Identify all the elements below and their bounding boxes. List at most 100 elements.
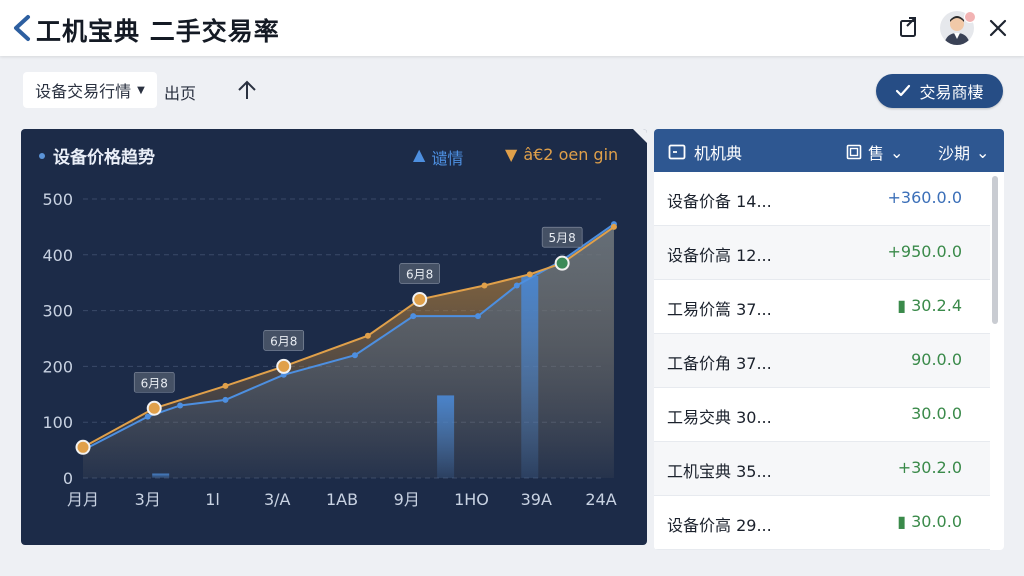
- list-item-name: 工易交典 30...: [667, 408, 772, 427]
- data-point: [610, 223, 617, 230]
- data-point: [513, 282, 520, 289]
- list-title-text: 机机典: [694, 144, 743, 163]
- x-tick-label: 1HO: [454, 490, 489, 509]
- chevron-down-icon: ⌄: [976, 142, 990, 162]
- list-item-name: 工备价角 37...: [667, 354, 772, 373]
- list-scrollbar-thumb[interactable]: [992, 176, 998, 324]
- list-item[interactable]: 工备价角 37... 90.0.0: [654, 334, 990, 388]
- list-filter-period[interactable]: 沙期 ⌄: [938, 140, 989, 164]
- x-tick-label: 3/A: [264, 490, 291, 509]
- y-tick-label: 0: [63, 469, 73, 488]
- y-tick-label: 400: [42, 246, 73, 265]
- close-icon[interactable]: [986, 16, 1010, 40]
- y-tick-label: 200: [42, 357, 73, 376]
- list-filter-sale-label: 售: [868, 144, 885, 163]
- data-point: [481, 282, 488, 289]
- list-item-name: 工机宝典 35...: [667, 462, 772, 481]
- price-trend-chart-panel: 0 100 200 300 400 500 月月 3月 1l 3/A 1AB 9月 1HO 39A 24A 6…: [21, 129, 647, 545]
- equipment-list-panel: 机机典 售 ⌄ 沙期 ⌄ 设备价备 14... +360.0.0 设备价高 12..…: [654, 129, 1004, 550]
- list-item[interactable]: 工机宝典 35... +30.2.0: [654, 442, 990, 496]
- bullet-dot-icon: [39, 152, 45, 159]
- triangle-down-icon: ▼: [505, 145, 518, 164]
- annotation-label: 6月8: [141, 376, 168, 390]
- caret-down-icon: ▼: [137, 84, 145, 96]
- bar: [521, 276, 539, 478]
- list-item-name: 设备价备 14...: [667, 192, 772, 211]
- legend-label-orange: â€2 oen gin: [523, 145, 619, 164]
- list-item-change: 30.0.0: [911, 404, 962, 423]
- list-title: 机机典: [668, 140, 742, 164]
- data-point: [364, 332, 371, 339]
- notification-badge: [964, 11, 976, 23]
- x-tick-label: 1AB: [326, 490, 358, 509]
- legend-label-blue: 谴情: [431, 149, 464, 168]
- list-item-change: ▮ 30.2.4: [897, 296, 962, 315]
- y-tick-label: 300: [42, 302, 73, 321]
- list-item[interactable]: 设备价高 12... +950.0.0: [654, 226, 990, 280]
- list-item-change: +360.0.0: [887, 188, 962, 207]
- data-point: [526, 271, 533, 278]
- x-tick-label: 24A: [585, 490, 616, 509]
- list-item[interactable]: 设备价备 14... +360.0.0: [654, 172, 990, 226]
- highlight-point: [146, 400, 162, 416]
- y-tick-label: 500: [42, 190, 73, 209]
- annotation-label: 6月8: [270, 334, 297, 348]
- data-point: [144, 413, 151, 420]
- home-link[interactable]: 出页: [164, 80, 196, 104]
- x-tick-label: 1l: [205, 490, 220, 509]
- price-trend-chart: 0 100 200 300 400 500 月月 3月 1l 3/A 1AB 9月 1HO 39A 24A 6…: [42, 190, 617, 509]
- chart-title: 设备价格趋势: [39, 143, 155, 168]
- annotation-label: 5月8: [549, 231, 576, 245]
- chart-title-text: 设备价格趋势: [53, 148, 155, 168]
- bar: [152, 473, 170, 478]
- legend-item-blue[interactable]: ▲ 谴情: [413, 145, 463, 169]
- picture-icon: [846, 144, 862, 160]
- back-arrow-icon[interactable]: [10, 14, 34, 42]
- list-item-name: 设备价高 29...: [667, 516, 772, 535]
- legend-item-orange[interactable]: ▼ â€2 oen gin: [505, 145, 618, 164]
- list-window-icon: [668, 144, 686, 160]
- data-point: [351, 352, 358, 359]
- annotation-label: 6月8: [406, 267, 433, 281]
- list-item-change: +950.0.0: [887, 242, 962, 261]
- x-tick-label: 月月: [67, 490, 99, 509]
- arrow-up-icon[interactable]: [236, 78, 258, 102]
- data-point: [410, 313, 417, 320]
- trade-merchant-label: 交易商棲: [919, 83, 984, 102]
- list-item-change: +30.2.0: [897, 458, 962, 477]
- x-tick-label: 9月: [394, 490, 420, 509]
- data-point: [222, 396, 229, 403]
- share-icon[interactable]: [896, 14, 922, 40]
- list-filter-sale[interactable]: 售 ⌄: [846, 140, 903, 164]
- highlight-point: [554, 255, 570, 271]
- chevron-down-icon: ⌄: [890, 142, 904, 162]
- list-item[interactable]: 工易价篙 37... ▮ 30.2.4: [654, 280, 990, 334]
- list-item-name: 工易价篙 37...: [667, 300, 772, 319]
- list-item[interactable]: 设备价高 29... ▮ 30.0.0: [654, 496, 990, 550]
- list-item-change: 90.0.0: [911, 350, 962, 369]
- list-item-change: ▮ 30.0.0: [897, 512, 962, 531]
- corner-fold: [633, 129, 647, 143]
- x-tick-label: 3月: [135, 490, 161, 509]
- market-filter-label: 设备交易行情: [35, 82, 132, 101]
- highlight-point: [412, 291, 428, 307]
- highlight-point: [75, 439, 91, 455]
- list-item-name: 设备价高 12...: [667, 246, 772, 265]
- data-point: [474, 313, 481, 320]
- highlight-point: [276, 358, 292, 374]
- data-point: [177, 402, 184, 409]
- list-item[interactable]: 工易交典 30... 30.0.0: [654, 388, 990, 442]
- bar: [437, 395, 455, 478]
- app-header: 工机宝典 二手交易率: [0, 0, 1024, 56]
- triangle-up-icon: ▲: [413, 145, 426, 164]
- y-tick-label: 100: [42, 413, 73, 432]
- equipment-rows: 设备价备 14... +360.0.0 设备价高 12... +950.0.0 工易价篙…: [654, 172, 990, 550]
- list-filter-period-label: 沙期: [938, 144, 971, 163]
- app-title: 工机宝典 二手交易率: [36, 17, 280, 46]
- data-point: [222, 382, 229, 389]
- market-filter-dropdown[interactable]: 设备交易行情 ▼: [23, 72, 157, 108]
- x-tick-label: 39A: [521, 490, 552, 509]
- trade-merchant-button[interactable]: 交易商棲: [876, 74, 1003, 108]
- check-icon: [896, 84, 911, 97]
- list-header: 机机典 售 ⌄ 沙期 ⌄: [654, 129, 1004, 172]
